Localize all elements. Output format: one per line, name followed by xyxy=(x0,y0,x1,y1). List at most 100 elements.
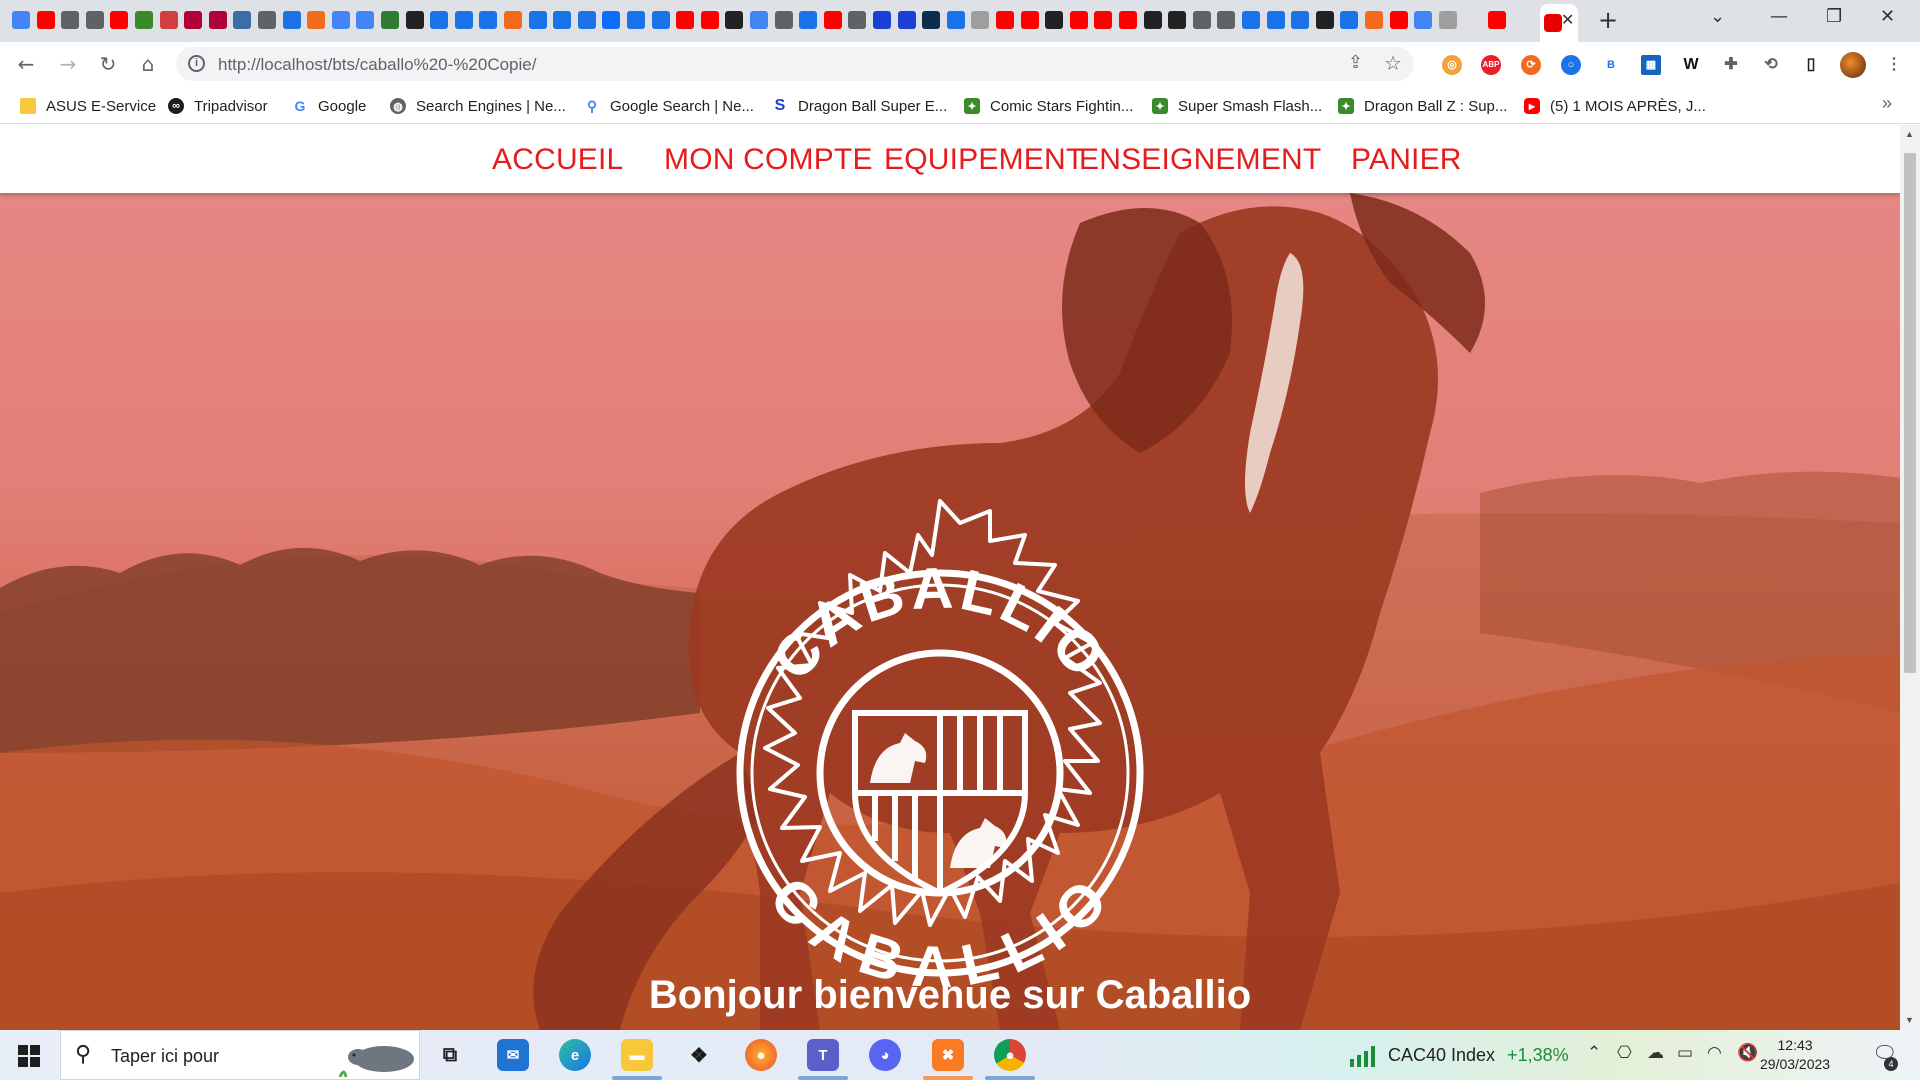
mail-icon[interactable]: ✉ xyxy=(497,1039,529,1071)
show-hidden-icons-icon[interactable]: ⌃ xyxy=(1587,1043,1601,1063)
pinned-tab-favicon-icon[interactable] xyxy=(1266,11,1285,29)
pinned-tab-favicon-icon[interactable] xyxy=(110,11,129,29)
stock-widget[interactable]: CAC40 Index +1,38% xyxy=(1348,1043,1569,1067)
pinned-tab-favicon-icon[interactable] xyxy=(946,11,965,29)
bookmark-star-icon[interactable]: ☆ xyxy=(1384,51,1402,75)
pinned-tab-favicon-icon[interactable] xyxy=(602,11,621,29)
nav-accueil[interactable]: ACCUEIL xyxy=(492,143,623,177)
pinned-tab-favicon-icon[interactable] xyxy=(996,11,1014,29)
pinned-tab-favicon-icon[interactable] xyxy=(700,11,719,29)
taskbar-search[interactable]: ⚲ Taper ici pour xyxy=(60,1030,420,1080)
pinned-tab-favicon-icon[interactable] xyxy=(528,11,547,29)
maximize-button[interactable]: ❐ xyxy=(1826,6,1842,27)
extension-icon[interactable]: ⟳ xyxy=(1521,55,1541,75)
pinned-tab-favicon-icon[interactable] xyxy=(922,11,941,29)
pinned-tab-favicon-icon[interactable] xyxy=(774,11,793,29)
wikipedia-icon[interactable]: W xyxy=(1681,55,1701,75)
volume-muted-icon[interactable]: 🔇 xyxy=(1737,1043,1758,1063)
pinned-tab-favicon-icon[interactable] xyxy=(1069,11,1088,29)
pinned-tab-favicon-icon[interactable] xyxy=(1340,11,1359,29)
pinned-tab-favicon-icon[interactable] xyxy=(848,11,867,29)
dropbox-icon[interactable]: ❖ xyxy=(683,1039,715,1071)
pinned-tab-favicon-icon[interactable] xyxy=(208,11,227,29)
pinned-tab-favicon-icon[interactable] xyxy=(454,11,473,29)
pinned-tab-favicon-icon[interactable] xyxy=(1291,11,1310,29)
profile-avatar[interactable] xyxy=(1840,52,1866,78)
close-tab-icon[interactable]: ✕ xyxy=(1561,10,1574,29)
pinned-tab-favicon-icon[interactable] xyxy=(1242,11,1260,29)
bookmark-item[interactable]: ∞ Tripadvisor xyxy=(168,96,268,116)
pinned-tab-favicon-icon[interactable] xyxy=(725,11,744,29)
extension-icon[interactable]: ○ xyxy=(1561,55,1581,75)
bookmark-item[interactable]: ✦ Super Smash Flash... xyxy=(1152,96,1322,116)
pinned-tab-favicon-icon[interactable] xyxy=(184,11,203,29)
pinned-tab-favicon-icon[interactable] xyxy=(331,11,350,29)
edge-icon[interactable]: e xyxy=(559,1039,591,1071)
notifications-icon[interactable]: 🗨 4 xyxy=(1872,1041,1898,1071)
pinned-tab-favicon-icon[interactable] xyxy=(85,11,104,29)
close-window-button[interactable]: ✕ xyxy=(1880,6,1895,27)
pinned-tab-favicon-icon[interactable] xyxy=(1463,11,1482,29)
discord-icon[interactable]: ◕ xyxy=(869,1039,901,1071)
pinned-tab-favicon-icon[interactable] xyxy=(12,11,30,29)
active-tab[interactable]: ✕ xyxy=(1540,4,1578,42)
windows-start-button[interactable] xyxy=(18,1045,40,1067)
pinned-tab-favicon-icon[interactable] xyxy=(1438,11,1457,29)
task-view-icon[interactable]: ⧉ xyxy=(434,1039,466,1071)
bookmark-item[interactable]: ASUS E-Service xyxy=(20,96,156,116)
bookmark-item[interactable]: ⚲ Google Search | Ne... xyxy=(584,96,754,116)
pinned-tab-favicon-icon[interactable] xyxy=(430,11,449,29)
pinned-tab-favicon-icon[interactable] xyxy=(1119,11,1137,29)
address-bar[interactable]: i http://localhost/bts/caballo%20-%20Cop… xyxy=(176,47,1414,81)
pinned-tab-favicon-icon[interactable] xyxy=(356,11,375,29)
sync-icon[interactable]: ⟲ xyxy=(1761,55,1781,75)
pinned-tab-favicon-icon[interactable] xyxy=(233,11,252,29)
pinned-tab-favicon-icon[interactable] xyxy=(1168,11,1187,29)
new-tab-button[interactable]: + xyxy=(1598,6,1618,34)
share-icon[interactable]: ⇪ xyxy=(1348,52,1363,73)
clock[interactable]: 12:43 29/03/2023 xyxy=(1760,1036,1830,1074)
pinned-tab-favicon-icon[interactable] xyxy=(1143,11,1162,29)
bookmark-item[interactable]: ✦ Dragon Ball Z : Sup... xyxy=(1338,96,1507,116)
pinned-tab-favicon-icon[interactable] xyxy=(971,11,990,29)
scroll-down-icon[interactable]: ▼ xyxy=(1905,1015,1914,1025)
pinned-tab-favicon-icon[interactable] xyxy=(159,11,178,29)
pinned-tab-favicon-icon[interactable] xyxy=(479,11,498,29)
scroll-up-icon[interactable]: ▲ xyxy=(1905,129,1914,139)
pinned-tab-favicon-icon[interactable] xyxy=(307,11,326,29)
pinned-tab-favicon-icon[interactable] xyxy=(823,11,842,29)
back-button[interactable]: ← xyxy=(12,50,40,78)
battery-icon[interactable]: ▭ xyxy=(1677,1043,1693,1063)
minimize-button[interactable]: — xyxy=(1770,6,1788,27)
extension-icon[interactable]: ◎ xyxy=(1442,55,1462,75)
pinned-tab-favicon-icon[interactable] xyxy=(1094,11,1113,29)
pinned-tab-favicon-icon[interactable] xyxy=(553,11,572,29)
pinned-tab-favicon-icon[interactable] xyxy=(504,11,522,29)
pinned-tab-favicon-icon[interactable] xyxy=(282,11,301,29)
extension-icon[interactable]: B xyxy=(1601,55,1621,75)
url-text[interactable]: http://localhost/bts/caballo%20-%20Copie… xyxy=(218,55,536,75)
pinned-tab-favicon-icon[interactable] xyxy=(258,11,276,29)
pinned-tab-favicon-icon[interactable] xyxy=(381,11,399,29)
file-explorer-icon[interactable]: ▬ xyxy=(621,1039,653,1071)
bookmark-item[interactable]: S Dragon Ball Super E... xyxy=(772,96,947,116)
pinned-tab-favicon-icon[interactable] xyxy=(1020,11,1039,29)
pinned-tab-favicon-icon[interactable] xyxy=(799,11,818,29)
nav-panier[interactable]: PANIER xyxy=(1351,143,1462,177)
bookmark-item[interactable]: ▶ (5) 1 MOIS APRÈS, J... xyxy=(1524,96,1706,116)
pinned-tab-favicon-icon[interactable] xyxy=(36,11,55,29)
pinned-tab-favicon-icon[interactable] xyxy=(1315,11,1334,29)
nav-equipement[interactable]: EQUIPEMENT xyxy=(884,143,1084,177)
pinned-tab-favicon-icon[interactable] xyxy=(1045,11,1064,29)
gamepad-icon[interactable]: ⎔ xyxy=(1617,1043,1632,1063)
pinned-tab-favicon-icon[interactable] xyxy=(873,11,891,29)
pinned-tab-favicon-icon[interactable] xyxy=(61,11,80,29)
menu-icon[interactable]: ⋮ xyxy=(1884,55,1904,75)
teams-icon[interactable]: T xyxy=(807,1039,839,1071)
pinned-tab-favicon-icon[interactable] xyxy=(577,11,596,29)
pinned-tab-favicon-icon[interactable] xyxy=(651,11,670,29)
tab-search-icon[interactable]: ⌄ xyxy=(1710,6,1725,27)
pinned-tab-favicon-icon[interactable] xyxy=(135,11,153,29)
wifi-icon[interactable]: ◠ xyxy=(1707,1043,1722,1063)
pinned-tab-favicon-icon[interactable] xyxy=(1389,11,1408,29)
